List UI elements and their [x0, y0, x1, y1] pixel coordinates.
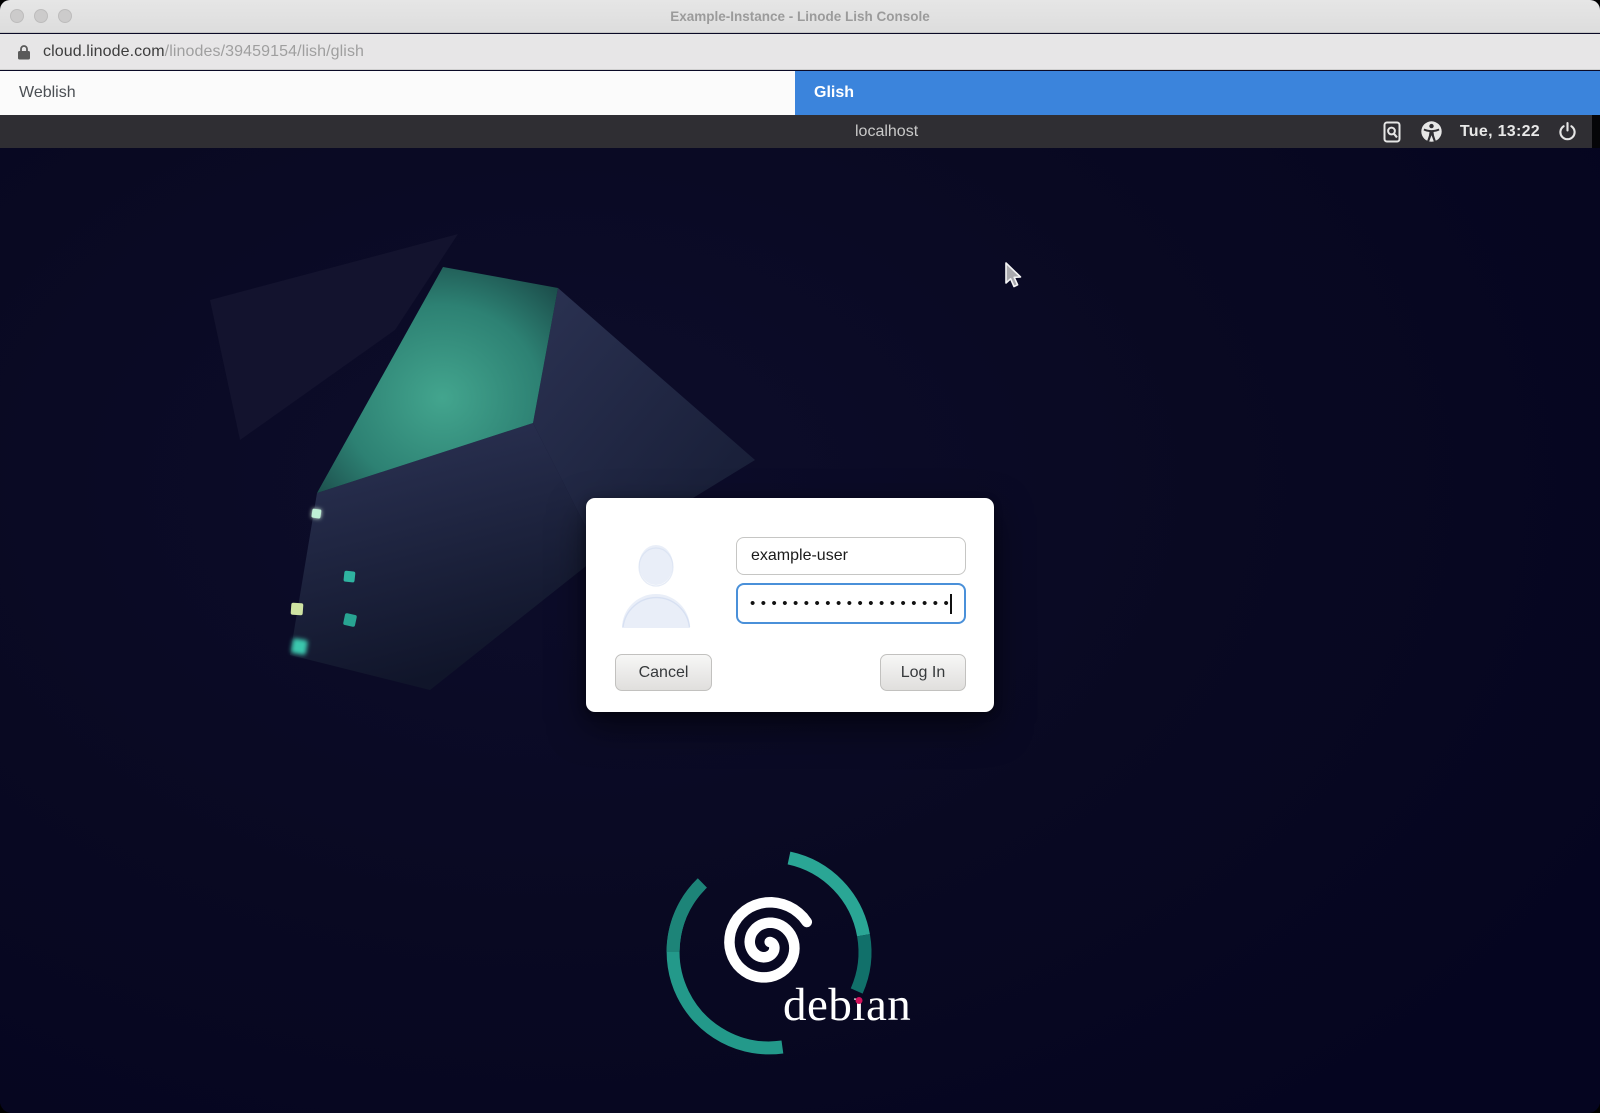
tab-weblish[interactable]: Weblish [0, 71, 795, 115]
username-input[interactable] [737, 547, 965, 565]
wordmark-i: ı [852, 982, 866, 1032]
window-title: Example-Instance - Linode Lish Console [0, 0, 1600, 33]
url-host: cloud.linode.com [43, 43, 165, 60]
debian-swirl-logo [617, 837, 917, 1067]
url-bar[interactable]: cloud.linode.com/linodes/39459154/lish/g… [0, 34, 1600, 70]
username-field[interactable] [736, 537, 966, 575]
debian-swirl [729, 902, 806, 977]
browser-window: Example-Instance - Linode Lish Console c… [0, 0, 1600, 1113]
tab-weblish-label: Weblish [19, 84, 76, 102]
screen-edge [1592, 115, 1600, 148]
debian-wordmark: debıan [783, 982, 911, 1032]
wordmark-post: an [866, 982, 911, 1032]
wordmark-pre: deb [783, 982, 852, 1032]
lock-icon [17, 44, 31, 60]
login-button[interactable]: Log In [880, 654, 966, 691]
password-masked-value: •••••••••••••••••••• [750, 595, 949, 612]
tab-glish[interactable]: Glish [795, 71, 1600, 115]
hostname-label: localhost [855, 115, 918, 148]
gdm-desktop: •••••••••••••••••••• Cancel Log In debıa… [0, 148, 1600, 1113]
accessibility-icon[interactable] [1420, 120, 1443, 143]
gnome-top-bar: localhost Tue, 13:22 [0, 115, 1600, 148]
password-field[interactable]: •••••••••••••••••••• [736, 583, 966, 624]
clock-label[interactable]: Tue, 13:22 [1460, 123, 1540, 141]
login-dialog: •••••••••••••••••••• Cancel Log In [586, 498, 994, 712]
cancel-button[interactable]: Cancel [615, 654, 712, 691]
lish-tab-bar: Weblish Glish [0, 71, 1600, 115]
power-icon[interactable] [1557, 121, 1578, 142]
debian-red-dot [856, 997, 863, 1004]
mouse-cursor [1000, 260, 1026, 290]
url-path: /linodes/39459154/lish/glish [165, 43, 364, 60]
tab-glish-label: Glish [814, 84, 854, 102]
screen-magnifier-icon[interactable] [1382, 120, 1403, 144]
macos-titlebar: Example-Instance - Linode Lish Console [0, 0, 1600, 33]
address-text[interactable]: cloud.linode.com/linodes/39459154/lish/g… [43, 43, 364, 61]
user-avatar-icon [618, 540, 694, 630]
text-caret [950, 594, 952, 614]
